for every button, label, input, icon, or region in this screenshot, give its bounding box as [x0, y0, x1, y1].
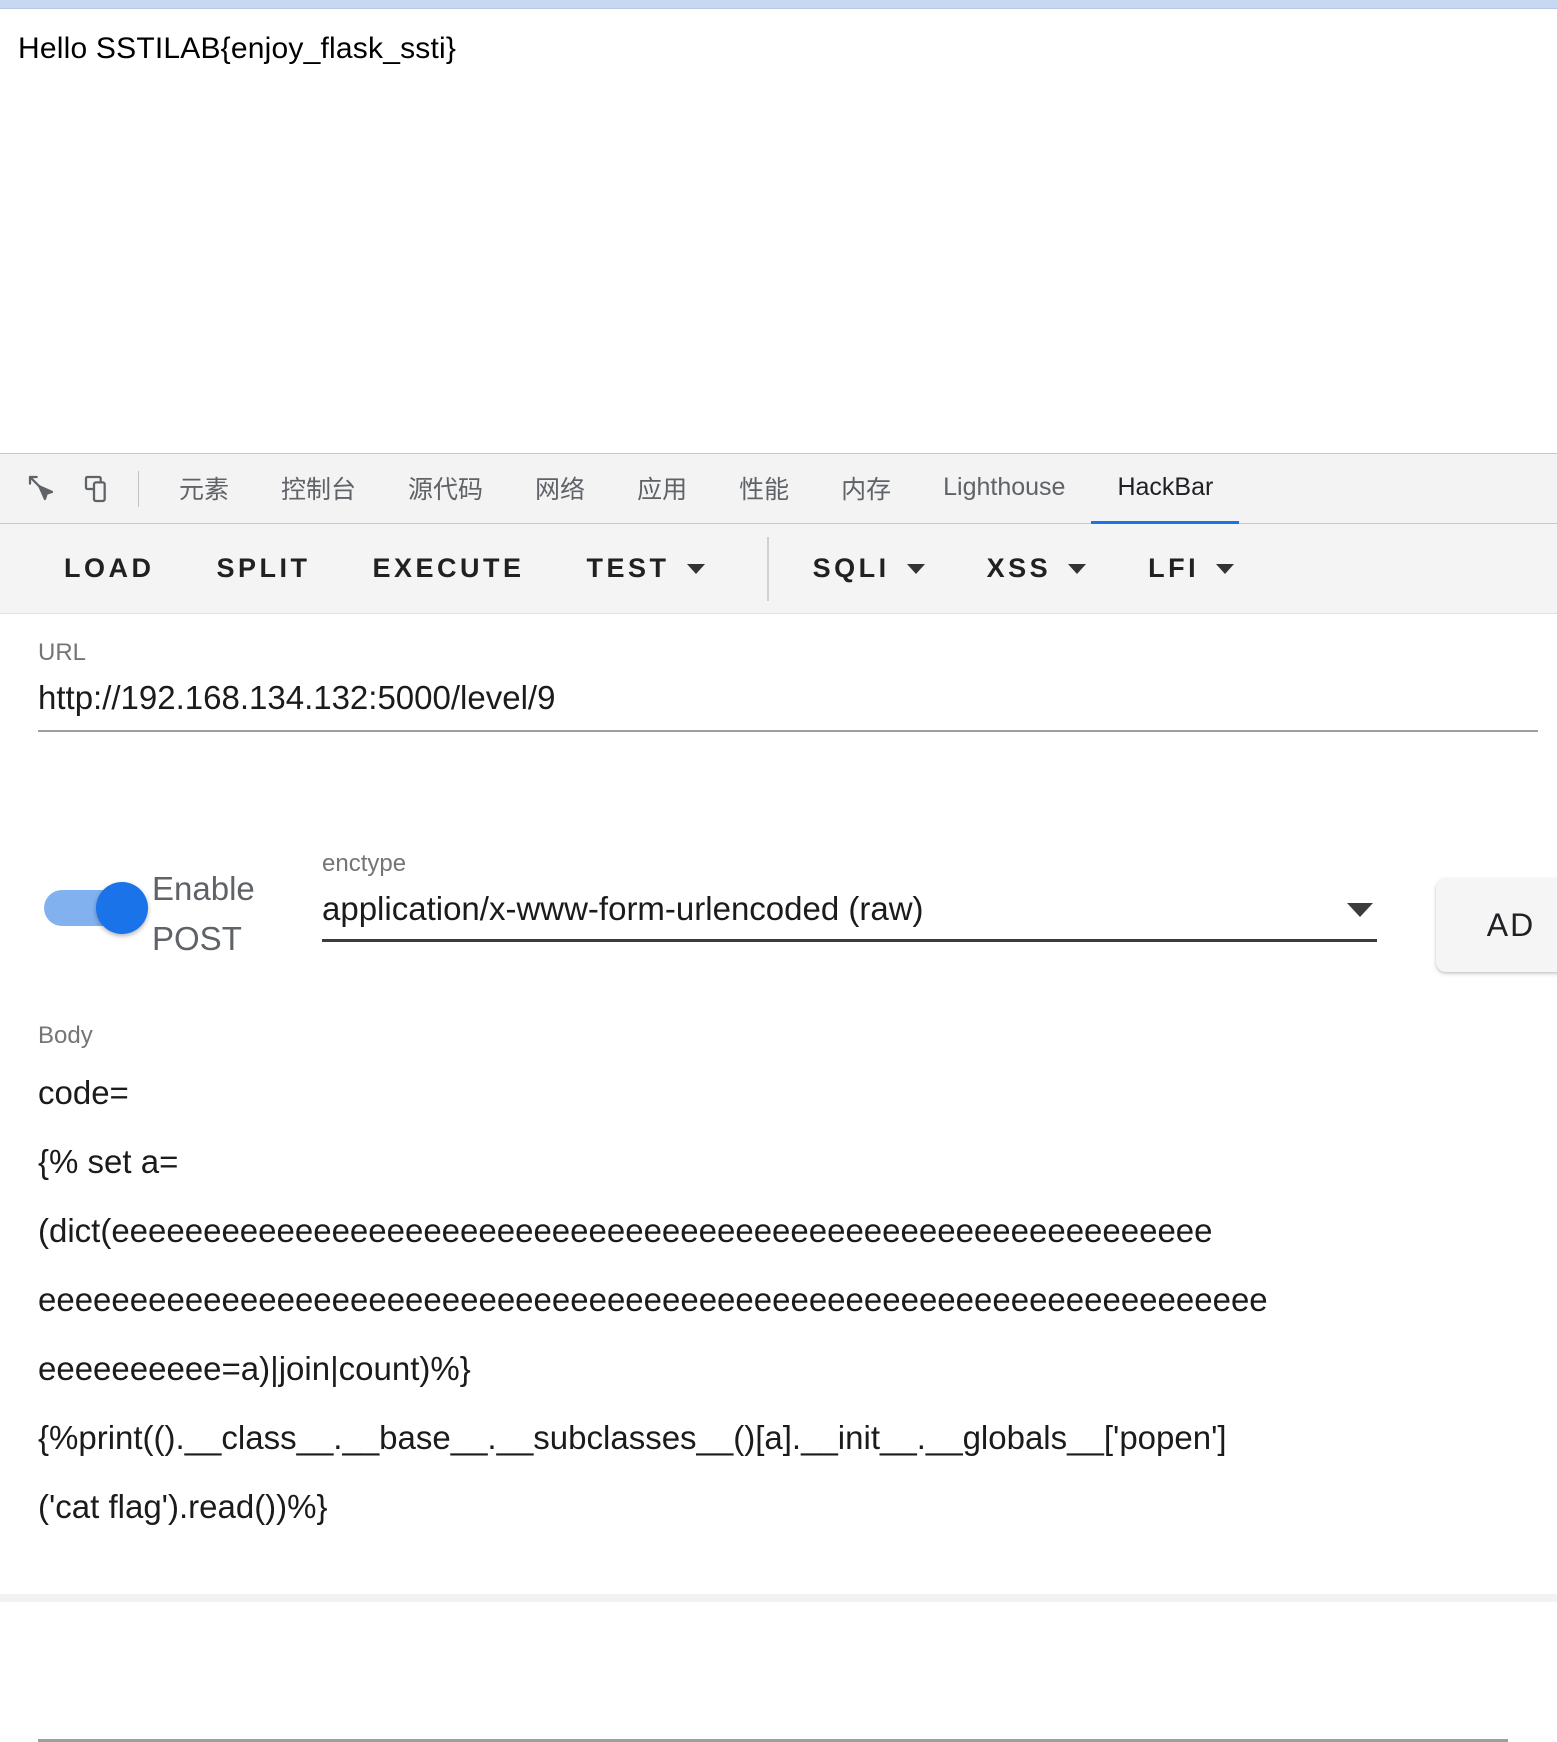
url-input[interactable]: http://192.168.134.132:5000/level/9 [38, 677, 1538, 718]
body-field-label: Body [38, 1022, 93, 1049]
tab-hackbar[interactable]: HackBar [1091, 454, 1240, 524]
tab-sources-label: 源代码 [408, 474, 484, 504]
body-textarea[interactable]: code= {% set a= (dict(eeeeeeeeeeeeeeeeee… [38, 1058, 1538, 1541]
browser-page-viewport: Hello SSTILAB{enjoy_flask_ssti} [0, 10, 1557, 453]
enctype-select[interactable]: application/x-www-form-urlencoded (raw) [322, 876, 1377, 929]
body-line: code= [38, 1074, 129, 1111]
chevron-down-icon [1347, 903, 1373, 918]
tab-lighthouse-label: Lighthouse [943, 473, 1066, 501]
devtools-panel: 元素 控制台 源代码 网络 应用 性能 内存 Lighthouse HackBa… [0, 453, 1557, 1742]
enable-post-label: Enable POST [152, 870, 255, 957]
bottom-strip [0, 1594, 1557, 1602]
toggle-knob [96, 882, 148, 934]
body-line: (dict(eeeeeeeeeeeeeeeeeeeeeeeeeeeeeeeeee… [38, 1212, 1213, 1249]
devtools-tab-list: 元素 控制台 源代码 网络 应用 性能 内存 Lighthouse HackBa… [153, 454, 1240, 524]
url-field-underline [38, 730, 1538, 733]
lfi-menu-button[interactable]: LFI [1148, 553, 1235, 584]
add-button[interactable]: AD [1436, 878, 1557, 972]
tab-console[interactable]: 控制台 [255, 454, 382, 524]
device-toolbar-icon[interactable] [70, 454, 126, 523]
load-button-label: LOAD [64, 553, 155, 583]
toolbar-separator [138, 470, 139, 507]
hackbar-action-toolbar: LOAD SPLIT EXECUTE TEST SQLI XSS LFI [0, 524, 1557, 614]
hackbar-form: URL http://192.168.134.132:5000/level/9 … [0, 614, 1557, 1742]
execute-button-label: EXECUTE [372, 553, 525, 583]
tab-application[interactable]: 应用 [611, 454, 713, 524]
sqli-menu-button[interactable]: SQLI [813, 553, 925, 584]
tab-application-label: 应用 [637, 474, 688, 504]
enable-post-toggle[interactable] [44, 882, 148, 934]
chevron-down-icon [1068, 563, 1087, 574]
chevron-down-icon [1216, 563, 1235, 574]
chevron-down-icon [686, 563, 705, 574]
tab-memory[interactable]: 内存 [815, 454, 917, 524]
tab-elements-label: 元素 [179, 474, 230, 504]
tab-console-label: 控制台 [281, 474, 357, 504]
body-line: eeeeeeeeeeeeeeeeeeeeeeeeeeeeeeeeeeeeeeee… [38, 1281, 1268, 1318]
url-field-group: URL http://192.168.134.132:5000/level/9 [38, 639, 1538, 733]
devtools-tabstrip: 元素 控制台 源代码 网络 应用 性能 内存 Lighthouse HackBa… [0, 453, 1557, 524]
sqli-menu-label: SQLI [812, 553, 890, 583]
test-menu-button[interactable]: TEST [587, 553, 705, 584]
body-line: {%print(().__class__.__base__.__subclass… [38, 1419, 1227, 1456]
tab-lighthouse[interactable]: Lighthouse [917, 454, 1091, 524]
test-menu-label: TEST [586, 553, 670, 583]
inspect-element-icon[interactable] [14, 454, 70, 523]
tab-performance-label: 性能 [739, 474, 790, 504]
add-button-label: AD [1486, 906, 1536, 943]
toolbar-group-divider [766, 536, 769, 601]
load-button[interactable]: LOAD [64, 553, 155, 584]
enctype-field-label: enctype [322, 850, 407, 877]
enctype-selected-value: application/x-www-form-urlencoded (raw) [322, 890, 924, 927]
tab-performance[interactable]: 性能 [713, 454, 815, 524]
tab-sources[interactable]: 源代码 [382, 454, 509, 524]
page-response-text: Hello SSTILAB{enjoy_flask_ssti} [18, 32, 457, 65]
body-line: eeeeeeeeee=a)|join|count)%} [38, 1350, 471, 1387]
tab-hackbar-label: HackBar [1117, 473, 1214, 501]
xss-menu-button[interactable]: XSS [987, 553, 1087, 584]
tab-memory-label: 内存 [841, 474, 892, 504]
xss-menu-label: XSS [986, 553, 1052, 583]
tab-elements[interactable]: 元素 [153, 454, 255, 524]
body-line: ('cat flag').read())%} [38, 1488, 328, 1525]
body-line: {% set a= [38, 1143, 179, 1180]
body-field-group: Body code= {% set a= (dict(eeeeeeeeeeeee… [38, 1024, 1538, 1541]
lfi-menu-label: LFI [1148, 553, 1200, 583]
execute-button[interactable]: EXECUTE [373, 553, 525, 584]
tab-network-label: 网络 [535, 474, 586, 504]
split-button[interactable]: SPLIT [217, 553, 311, 584]
enctype-field-group: enctype application/x-www-form-urlencode… [322, 850, 1377, 943]
chevron-down-icon [906, 563, 925, 574]
top-accent-bar [0, 0, 1557, 9]
enctype-field-underline [322, 939, 1377, 943]
tab-network[interactable]: 网络 [509, 454, 611, 524]
url-field-label: URL [38, 639, 87, 666]
post-options-row: Enable POST enctype application/x-www-fo… [0, 852, 1557, 982]
split-button-label: SPLIT [216, 553, 311, 583]
